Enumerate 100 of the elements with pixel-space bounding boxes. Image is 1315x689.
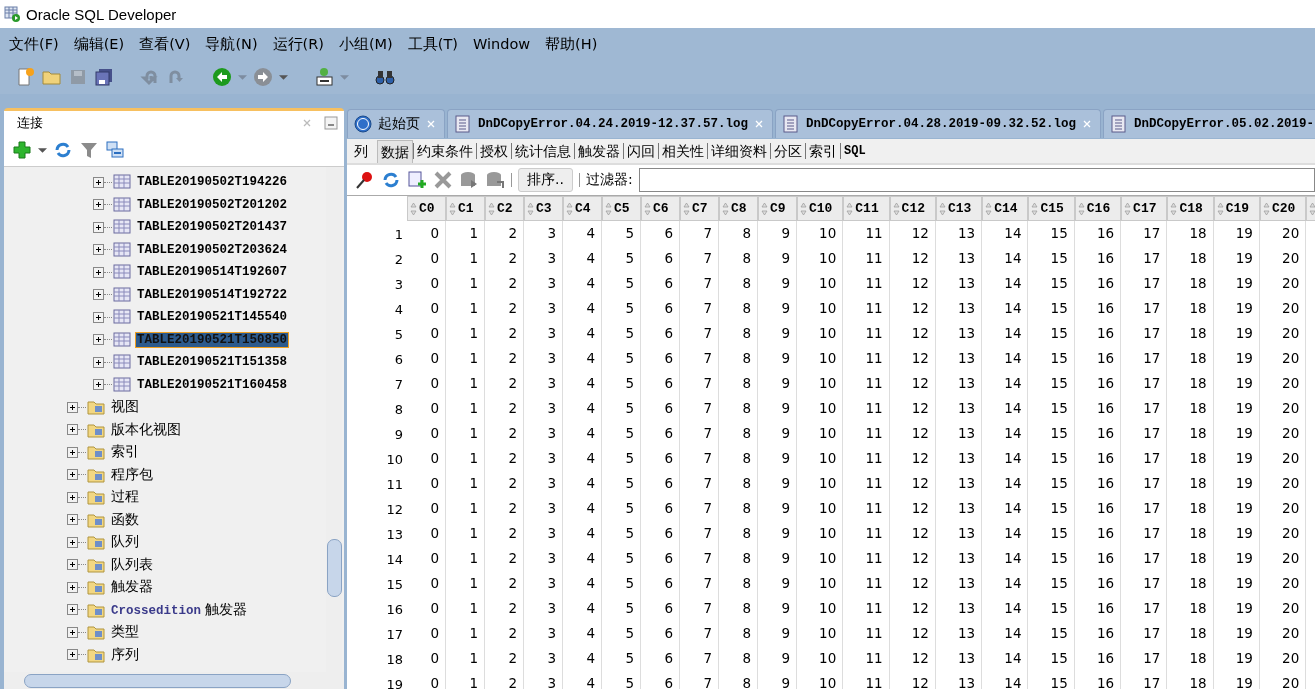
column-header[interactable]: C3 [524,196,563,221]
dropdown-arrow-icon[interactable] [279,72,288,82]
column-header[interactable]: C2 [485,196,524,221]
menu-item[interactable]: 文件(F) [2,34,66,54]
sub-tab[interactable]: 列 [351,143,371,159]
expand-icon[interactable] [93,334,104,346]
commit-icon[interactable] [459,170,479,190]
tree-item[interactable]: TABLE20190521T160458 [135,376,290,393]
expand-icon[interactable] [67,469,78,481]
tree-item[interactable]: 过程 [109,487,141,508]
tree-item[interactable]: 视图 [109,397,141,418]
expand-icon[interactable] [93,176,104,188]
refresh-icon[interactable] [53,140,73,160]
column-header[interactable]: C18 [1167,196,1214,221]
expand-icon[interactable] [93,379,104,391]
refresh-icon[interactable] [381,170,401,190]
column-header[interactable]: C1 [446,196,485,221]
sub-tab[interactable]: 数据 [377,139,413,163]
column-header[interactable]: C14 [982,196,1029,221]
menu-item[interactable]: 编辑(E) [66,34,132,54]
expand-icon[interactable] [93,221,104,233]
column-header[interactable]: C4 [563,196,602,221]
menu-item[interactable]: 运行(R) [265,34,331,54]
tree-item[interactable]: TABLE20190502T201202 [135,196,290,213]
sql-worksheet-icon[interactable] [314,67,334,87]
tree-item[interactable]: TABLE20190502T194226 [135,174,290,191]
expand-icon[interactable] [67,401,78,413]
menu-item[interactable]: 工具(T) [400,34,465,54]
column-header[interactable]: C8 [719,196,758,221]
expand-icon[interactable] [67,446,78,458]
tree-item[interactable]: 版本化视图 [109,419,183,440]
tree-item[interactable]: TABLE20190521T151358 [135,354,290,371]
sub-tab[interactable]: 索引 [805,143,840,159]
sub-tab[interactable]: 授权 [476,143,511,159]
menu-item[interactable]: 查看(V) [132,34,198,54]
sub-tab[interactable]: SQL [840,143,869,159]
sort-button[interactable]: 排序.. [518,168,573,192]
expand-icon[interactable] [67,626,78,638]
dropdown-arrow-icon[interactable] [38,145,47,155]
menu-item[interactable]: Window [465,36,538,52]
tree-item[interactable]: 索引 [109,442,141,463]
sub-tab[interactable]: 闪回 [623,143,658,159]
tree-item[interactable]: Crossedition 触发器 [109,599,250,620]
menu-item[interactable]: 小组(M) [331,34,400,54]
tree-item[interactable]: TABLE20190514T192722 [135,286,290,303]
column-header[interactable]: C6 [641,196,680,221]
expand-icon[interactable] [67,424,78,436]
add-icon[interactable] [12,140,32,160]
sub-tab[interactable]: 详细资料 [707,143,770,159]
tree-item[interactable]: 类型 [109,622,141,643]
column-header[interactable]: C11 [843,196,890,221]
expand-icon[interactable] [93,244,104,256]
expand-icon[interactable] [67,559,78,571]
tree-item[interactable]: 触发器 [109,577,155,598]
tree-item[interactable]: TABLE20190502T201437 [135,219,290,236]
column-header[interactable]: C7 [680,196,719,221]
tree-item[interactable]: 队列 [109,532,141,553]
editor-tab[interactable]: DnDCopyError.04.24.2019-12.37.57.log [447,109,774,138]
filter-icon[interactable] [79,140,99,160]
expand-icon[interactable] [93,356,104,368]
column-header[interactable]: C12 [889,196,936,221]
editor-tab[interactable]: DnDCopyError.04.28.2019-09.32.52.log [775,109,1102,138]
insert-row-icon[interactable] [407,170,427,190]
column-header[interactable]: C13 [935,196,983,221]
back-icon[interactable] [212,67,232,87]
expand-icon[interactable] [67,604,78,616]
tree-item[interactable]: 序列 [109,644,141,665]
expand-icon[interactable] [67,649,78,661]
column-header[interactable]: C5 [602,196,641,221]
menu-item[interactable]: 导航(N) [198,34,265,54]
tree-item[interactable]: TABLE20190502T203624 [135,241,290,258]
column-header[interactable]: C9 [758,196,797,221]
filter-field[interactable] [638,168,1315,192]
column-header[interactable]: C10 [797,196,844,221]
new-file-icon[interactable] [16,67,36,87]
delete-icon[interactable] [433,170,453,190]
tree-item[interactable]: 队列表 [109,554,155,575]
column-header[interactable]: C15 [1028,196,1075,221]
column-header[interactable]: C19 [1213,196,1260,221]
tree-item[interactable]: TABLE20190514T192607 [135,264,290,281]
forward-icon[interactable] [253,67,273,87]
column-header[interactable]: C20 [1259,196,1307,221]
editor-tab[interactable]: 起始页 [347,109,445,138]
expand-icon[interactable] [67,491,78,503]
minimize-icon[interactable] [324,115,338,130]
expand-icon[interactable] [93,311,104,323]
sub-tab[interactable]: 分区 [770,143,805,159]
rollback-icon[interactable] [485,170,505,190]
tree-item[interactable]: 程序包 [109,464,155,485]
sub-tab[interactable]: 统计信息 [511,143,574,159]
expand-icon[interactable] [93,289,104,301]
menu-item[interactable]: 帮助(H) [538,34,605,54]
sub-tab[interactable]: 触发器 [574,143,623,159]
expand-icon[interactable] [93,199,104,211]
column-header[interactable]: C0 [407,196,446,221]
tree-item[interactable]: 函数 [109,509,141,530]
tree-item[interactable]: TABLE20190521T145540 [135,309,290,326]
pin-icon[interactable] [355,170,375,190]
editor-tab[interactable]: DnDCopyError.05.02.2019- [1103,109,1315,138]
expand-icon[interactable] [67,536,78,548]
